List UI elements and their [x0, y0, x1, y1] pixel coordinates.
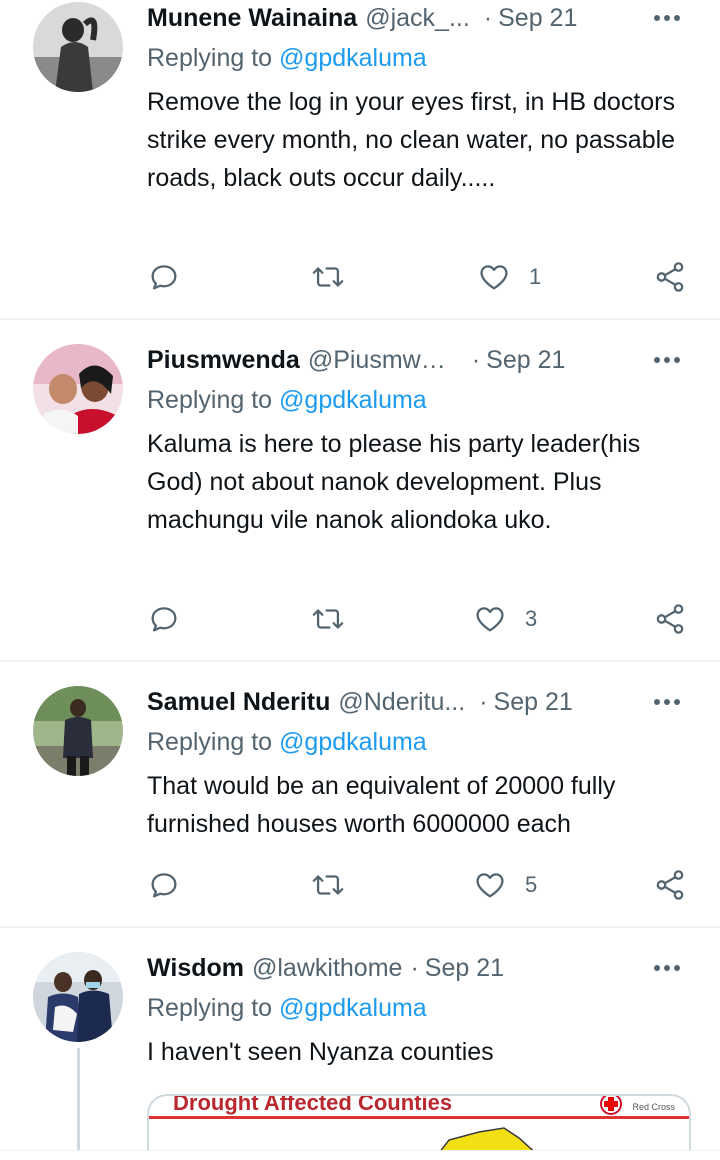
like-button[interactable]: 3	[473, 599, 537, 639]
more-icon[interactable]	[650, 687, 684, 717]
share-button[interactable]	[653, 257, 687, 297]
like-count: 1	[529, 264, 542, 289]
replying-to: Replying to @gpdkaluma	[147, 994, 427, 1023]
share-icon	[656, 262, 684, 292]
replying-to: Replying to @gpdkaluma	[147, 728, 427, 757]
user-handle[interactable]: @Nderitu...	[338, 688, 465, 717]
reply-icon	[151, 607, 177, 632]
user-handle[interactable]: @jack_...	[365, 4, 470, 33]
reply-icon	[151, 873, 177, 898]
retweet-icon	[312, 267, 344, 287]
logo-text: Red Cross	[632, 1102, 675, 1112]
avatar-image	[33, 952, 123, 1042]
tweet-4[interactable]: Wisdom @lawkithome · Sep 21 Replying to …	[0, 928, 720, 1156]
action-bar: 5	[147, 865, 692, 905]
share-button[interactable]	[653, 865, 687, 905]
avatar[interactable]	[33, 952, 123, 1042]
retweet-button[interactable]	[311, 257, 345, 297]
tweet-date[interactable]: Sep 21	[425, 954, 504, 983]
display-name[interactable]: Wisdom	[147, 954, 244, 983]
tweet-text: Remove the log in your eyes first, in HB…	[147, 88, 676, 192]
thread-line	[77, 1048, 80, 1150]
avatar-image	[33, 344, 123, 434]
mention-link[interactable]: @gpdkaluma	[279, 728, 427, 756]
mention-link[interactable]: @gpdkaluma	[279, 44, 427, 72]
retweet-button[interactable]	[311, 599, 345, 639]
avatar-image	[33, 686, 123, 776]
like-count: 5	[525, 872, 538, 897]
more-icon[interactable]	[650, 345, 684, 375]
separator: ·	[479, 687, 488, 716]
separator: ·	[410, 953, 419, 982]
avatar[interactable]	[33, 686, 123, 776]
heart-icon	[476, 873, 504, 898]
like-button[interactable]: 5	[473, 865, 537, 905]
replying-to: Replying to @gpdkaluma	[147, 386, 427, 415]
avatar[interactable]	[33, 344, 123, 434]
display-name[interactable]: Samuel Nderitu	[147, 688, 330, 717]
reply-icon	[151, 265, 177, 290]
tweet-media-image[interactable]: Drought Affected Counties Red Cross	[147, 1094, 691, 1156]
more-icon[interactable]	[650, 953, 684, 983]
share-icon	[656, 870, 684, 900]
media-title: Drought Affected Counties	[173, 1094, 453, 1115]
display-name[interactable]: Munene Wainaina	[147, 4, 357, 33]
separator: ·	[471, 345, 481, 374]
retweet-icon	[312, 875, 344, 895]
replying-label: Replying to	[147, 386, 273, 414]
heart-icon	[476, 607, 504, 632]
user-handle[interactable]: @lawkithome	[252, 954, 402, 983]
replying-label: Replying to	[147, 728, 273, 756]
tweet-date[interactable]: Sep 21	[494, 688, 573, 717]
reply-button[interactable]	[147, 599, 181, 639]
tweet-3[interactable]: Samuel Nderitu @Nderitu... · Sep 21 Repl…	[0, 662, 720, 926]
separator: ·	[483, 3, 493, 32]
like-count: 3	[525, 606, 538, 631]
red-cross-icon	[600, 1096, 623, 1115]
share-button[interactable]	[653, 599, 687, 639]
replying-to: Replying to @gpdkaluma	[147, 44, 427, 73]
like-button[interactable]: 1	[477, 257, 541, 297]
more-icon[interactable]	[650, 3, 684, 33]
mention-link[interactable]: @gpdkaluma	[279, 994, 427, 1022]
reply-button[interactable]	[147, 257, 181, 297]
action-bar: 3	[147, 599, 692, 639]
tweet-text: That would be an equivalent of 20000 ful…	[147, 772, 616, 838]
reply-button[interactable]	[147, 865, 181, 905]
heart-icon	[480, 265, 508, 290]
retweet-button[interactable]	[311, 865, 345, 905]
avatar-image	[33, 2, 123, 92]
tweet-1[interactable]: Munene Wainaina @jack_... · Sep 21 Reply…	[0, 0, 720, 318]
retweet-icon	[312, 609, 344, 629]
tweet-text: I haven't seen Nyanza counties	[147, 1038, 494, 1066]
red-cross-logo: Red Cross	[596, 1096, 675, 1120]
user-handle[interactable]: @Piusmwe3...	[308, 346, 458, 375]
mention-link[interactable]: @gpdkaluma	[279, 386, 427, 414]
action-bar: 1	[147, 257, 692, 297]
replying-label: Replying to	[147, 44, 273, 72]
replying-label: Replying to	[147, 994, 273, 1022]
display-name[interactable]: Piusmwenda	[147, 346, 300, 375]
tweet-date[interactable]: Sep 21	[486, 346, 565, 375]
share-icon	[656, 604, 684, 634]
avatar[interactable]	[33, 2, 123, 92]
tweet-2[interactable]: Piusmwenda @Piusmwe3... · Sep 21 Replyin…	[0, 320, 720, 660]
tweet-date[interactable]: Sep 21	[498, 4, 577, 33]
tweet-text: Kaluma is here to please his party leade…	[147, 430, 641, 534]
